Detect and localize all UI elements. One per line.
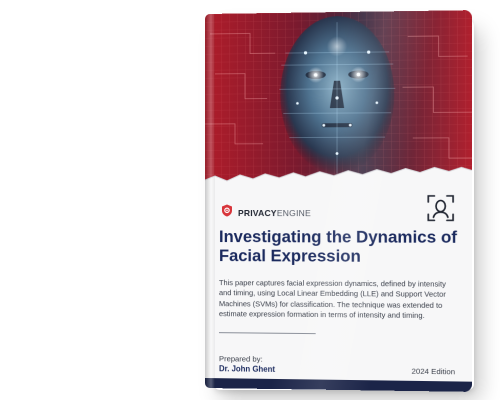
document-title: Investigating the Dynamics of Facial Exp…	[218, 228, 458, 266]
document-description: This paper captures facial expression dy…	[218, 278, 446, 321]
face-scan-icon	[426, 194, 455, 228]
divider	[218, 332, 316, 335]
brand-name: PRIVACYENGINE	[238, 208, 311, 218]
book-spine	[205, 13, 215, 389]
author-name: Dr. John Ghent	[218, 364, 276, 374]
prepared-by-label: Prepared by:	[218, 354, 263, 364]
edition-label: 2024 Edition	[411, 366, 456, 377]
brand-logo: PRIVACYENGINE	[221, 204, 311, 222]
brand-name-part1: PRIVACY	[238, 208, 277, 219]
report-cover: PRIVACYENGINE Investigating the Dynamics…	[205, 10, 472, 392]
stage: PRIVACYENGINE Investigating the Dynamics…	[0, 0, 500, 400]
torn-paper-edge	[205, 165, 472, 196]
shield-logo-icon	[221, 204, 233, 222]
brand-name-part2: ENGINE	[276, 208, 311, 219]
face-scan-image	[205, 10, 472, 182]
